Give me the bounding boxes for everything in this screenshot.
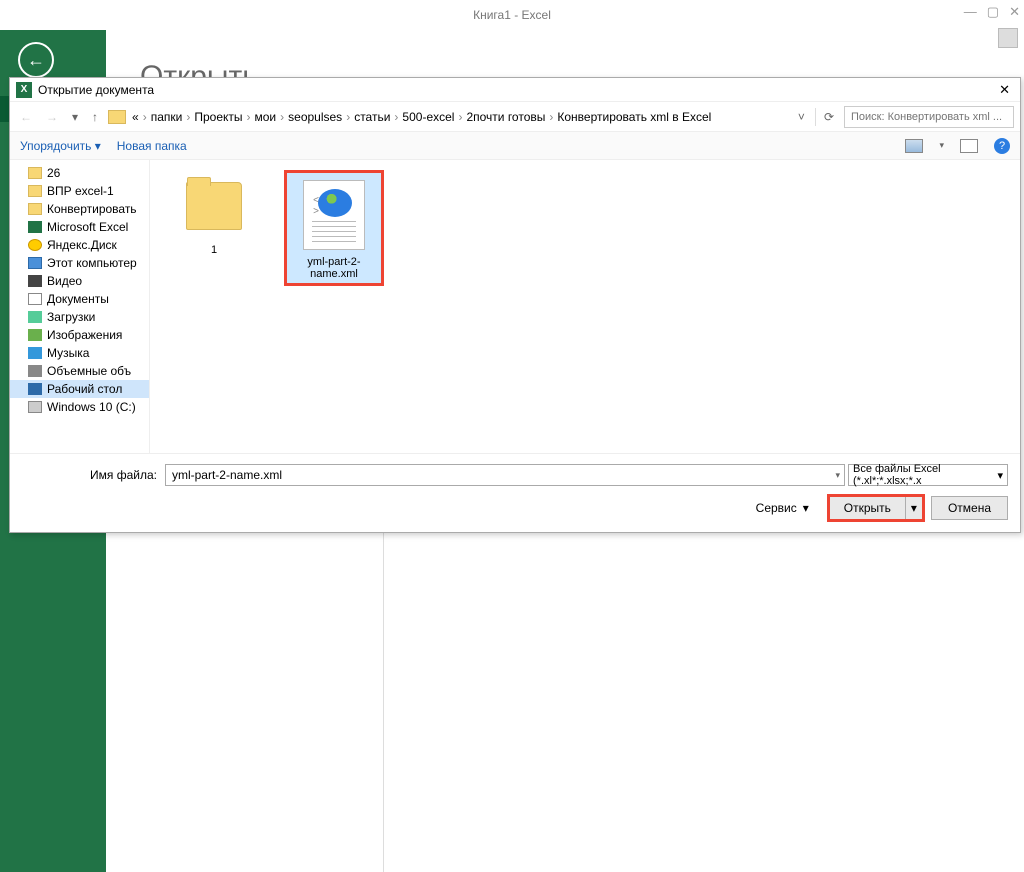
filename-input[interactable]: [165, 464, 846, 486]
excel-titlebar: Книга1 - Excel — ▢ ✕: [0, 0, 1024, 30]
tree-node-label: Microsoft Excel: [47, 220, 128, 234]
folder-label: 1: [170, 244, 258, 256]
breadcrumb-dropdown[interactable]: ˅: [794, 108, 809, 126]
new-folder-button[interactable]: Новая папка: [117, 139, 187, 153]
tree-node[interactable]: Рабочий стол: [10, 380, 149, 398]
help-button[interactable]: ?: [994, 138, 1010, 154]
nav-up-button[interactable]: ↑: [88, 108, 102, 126]
preview-pane-button[interactable]: [960, 139, 978, 153]
filetype-select[interactable]: Все файлы Excel (*.xl*;*.xlsx;*.x▾: [848, 464, 1008, 486]
tree-node[interactable]: Microsoft Excel: [10, 218, 149, 236]
folder-icon: [28, 185, 42, 197]
vol-icon: [28, 365, 42, 377]
tree-node-label: Этот компьютер: [47, 256, 137, 270]
img-icon: [28, 329, 42, 341]
tree-node-label: Документы: [47, 292, 109, 306]
organize-menu[interactable]: Упорядочить ▾: [20, 139, 101, 153]
desktop-icon: [28, 383, 42, 395]
tree-node-label: Объемные объ: [47, 364, 131, 378]
cancel-button[interactable]: Отмена: [931, 496, 1008, 520]
tree-node-label: Загрузки: [47, 310, 95, 324]
dl-icon: [28, 311, 42, 323]
tree-node[interactable]: Яндекс.Диск: [10, 236, 149, 254]
folder-tree: 26 ВПР excel-1 Конвертировать Microsoft Exc…: [10, 160, 150, 453]
folder-icon: [28, 167, 42, 179]
tree-node[interactable]: Этот компьютер: [10, 254, 149, 272]
view-options-button[interactable]: [905, 139, 923, 153]
tree-node-label: Windows 10 (C:): [47, 400, 136, 414]
tree-node[interactable]: Объемные объ: [10, 362, 149, 380]
pc-icon: [28, 257, 42, 269]
workbook-title: Книга1 - Excel: [473, 8, 551, 22]
file-list: 1 yml-part-2-name.xml: [150, 160, 1020, 453]
close-icon[interactable]: ✕: [1009, 4, 1020, 20]
tree-node-label: Конвертировать: [47, 202, 137, 216]
tree-node[interactable]: Загрузки: [10, 308, 149, 326]
folder-item[interactable]: 1: [164, 170, 264, 262]
open-dropdown[interactable]: ▾: [906, 501, 922, 515]
refresh-button[interactable]: ⟳: [815, 108, 838, 126]
nav-forward-button[interactable]: →: [42, 108, 62, 126]
tree-node-label: ВПР excel-1: [47, 184, 114, 198]
drive-icon: [28, 401, 42, 413]
breadcrumb[interactable]: «› папки› Проекты› мои› seopulses› стать…: [132, 110, 788, 124]
dialog-title: Открытие документа: [38, 83, 154, 97]
folder-icon: [28, 203, 42, 215]
service-menu[interactable]: Сервис ▾: [756, 501, 809, 515]
chevron-down-icon: ▾: [803, 501, 809, 515]
tree-node-label: 26: [47, 166, 60, 180]
open-button[interactable]: Открыть ▾: [829, 496, 923, 520]
tree-node[interactable]: 26: [10, 164, 149, 182]
maximize-icon[interactable]: ▢: [987, 4, 999, 20]
tree-node[interactable]: Windows 10 (C:): [10, 398, 149, 416]
tree-node[interactable]: Видео: [10, 272, 149, 290]
tree-node[interactable]: ВПР excel-1: [10, 182, 149, 200]
content-divider: [383, 533, 384, 872]
minimize-icon[interactable]: —: [964, 4, 977, 20]
open-file-dialog: X Открытие документа ✕ ← → ▾ ↑ «› папки›…: [9, 77, 1021, 533]
folder-icon: [108, 110, 126, 124]
search-input[interactable]: [844, 106, 1014, 128]
tree-node[interactable]: Изображения: [10, 326, 149, 344]
dialog-close-button[interactable]: ✕: [995, 82, 1014, 98]
user-avatar[interactable]: [998, 28, 1018, 48]
tree-node-label: Видео: [47, 274, 82, 288]
tree-node[interactable]: Документы: [10, 290, 149, 308]
ydisk-icon: [28, 239, 42, 251]
nav-back-button[interactable]: ←: [16, 108, 36, 126]
tree-node-label: Яндекс.Диск: [47, 238, 117, 252]
music-icon: [28, 347, 42, 359]
xml-file-icon: [303, 180, 365, 250]
tree-node[interactable]: Музыка: [10, 344, 149, 362]
nav-recent-dropdown[interactable]: ▾: [68, 108, 82, 126]
tree-node[interactable]: Конвертировать: [10, 200, 149, 218]
video-icon: [28, 275, 42, 287]
excel-icon: X: [16, 82, 32, 98]
folder-icon: [186, 182, 242, 230]
xml-file-item[interactable]: yml-part-2-name.xml: [284, 170, 384, 286]
tree-node-label: Рабочий стол: [47, 382, 122, 396]
back-button[interactable]: ←: [18, 42, 54, 78]
xml-file-label: yml-part-2-name.xml: [290, 256, 378, 280]
tree-node-label: Изображения: [47, 328, 122, 342]
tree-node-label: Музыка: [47, 346, 89, 360]
excel-icon: [28, 221, 42, 233]
docs-icon: [28, 293, 42, 305]
filename-label: Имя файла:: [90, 468, 157, 482]
backstage-sidebar-extend: [0, 533, 106, 872]
